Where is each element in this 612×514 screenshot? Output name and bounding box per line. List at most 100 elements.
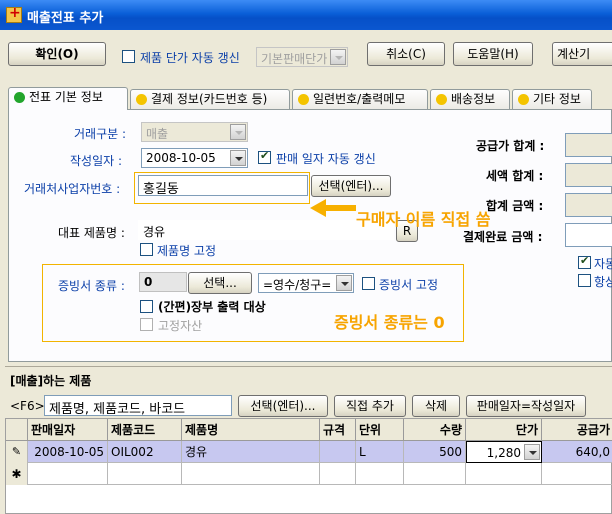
row-price-value: 1,280 <box>486 446 521 460</box>
confirm-button[interactable]: 확인(O) <box>8 42 106 66</box>
date-picker[interactable]: 2008-10-05 <box>141 148 248 168</box>
trade-type-value: 매출 <box>146 127 169 141</box>
row-spec-cell[interactable] <box>320 441 356 463</box>
new-row-icon: ✱ <box>6 463 28 485</box>
chevron-down-icon[interactable] <box>524 444 540 460</box>
tax-total-label: 세액 합계 : <box>486 169 544 183</box>
row-qty-cell[interactable]: 500 <box>404 441 466 463</box>
tab-shipping-info-label: 배송정보 <box>451 92 496 106</box>
row-code-cell[interactable]: OIL002 <box>108 441 182 463</box>
column-header[interactable]: 수량 <box>404 419 466 441</box>
auto-price-checkbox[interactable] <box>122 50 135 63</box>
tab-status-icon <box>518 94 529 105</box>
date-value: 2008-10-05 <box>146 151 216 165</box>
tab-etc-info-label: 기타 정보 <box>533 92 581 106</box>
ledger-label: (간편)장부 출력 대상 <box>158 300 266 314</box>
tab-shipping-info[interactable]: 배송정보 <box>430 89 510 109</box>
receipt-type-annotation: 증빙서 종류는 0 <box>334 313 445 332</box>
help-button[interactable]: 도움말(H) <box>453 42 533 66</box>
auto-date-checkbox[interactable] <box>258 149 271 164</box>
table-row-new[interactable]: ✱ <box>6 463 612 485</box>
product-search-input[interactable]: 제품명, 제품코드, 바코드 <box>44 395 232 416</box>
column-header[interactable]: 단위 <box>356 419 404 441</box>
grid-header: 판매일자 제품코드 제품명 규격 단위 수량 단가 공급가 <box>6 419 612 441</box>
section-divider <box>5 366 612 367</box>
new-row-cell[interactable] <box>28 463 108 485</box>
receipt-select-button[interactable]: 선택... <box>188 272 252 294</box>
arrow-left-icon <box>310 199 356 217</box>
trade-type-label: 거래구분 : <box>74 127 127 141</box>
tab-basic-info[interactable]: 전표 기본 정보 <box>8 87 128 110</box>
total-amount-field <box>565 193 612 217</box>
title-bar: 매출전표 추가 <box>0 0 612 30</box>
paid-amount-label: 결제완료 금액 : <box>463 230 543 244</box>
paid-amount-input[interactable] <box>565 223 612 247</box>
fixed-asset-label: 고정자산 <box>158 319 203 333</box>
tab-etc-info[interactable]: 기타 정보 <box>512 89 592 109</box>
receipt-fixed-checkbox[interactable] <box>362 277 375 290</box>
auto-checkbox-label: 자동 <box>594 257 612 271</box>
column-header[interactable]: 제품명 <box>182 419 320 441</box>
tab-strip: 전표 기본 정보 결제 정보(카드번호 등) 일련번호/출력메모 배송정보 기타… <box>8 87 612 110</box>
always-checkbox-label: 항상 <box>594 275 612 289</box>
chevron-down-icon <box>330 49 346 65</box>
column-header[interactable]: 판매일자 <box>28 419 108 441</box>
row-supply-cell[interactable]: 640,0 <box>542 441 612 463</box>
row-date-cell[interactable]: 2008-10-05 <box>28 441 108 463</box>
tab-status-icon <box>136 94 147 105</box>
tab-status-icon <box>14 92 25 103</box>
new-row-cell[interactable] <box>182 463 320 485</box>
calculator-button[interactable]: 계산기 <box>552 42 612 66</box>
product-select-button[interactable]: 선택(엔터)... <box>238 395 328 417</box>
auto-date-label: 판매 일자 자동 갱신 <box>276 152 376 166</box>
receipt-kind-select[interactable]: =영수/청구= <box>258 273 354 293</box>
column-header[interactable]: 제품코드 <box>108 419 182 441</box>
total-amount-label: 합계 금액 : <box>486 199 544 213</box>
column-header[interactable]: 규격 <box>320 419 356 441</box>
new-row-cell[interactable] <box>542 463 612 485</box>
cancel-button[interactable]: 취소(C) <box>367 42 445 66</box>
receipt-fixed-label: 증빙서 고정 <box>379 278 439 292</box>
new-row-cell[interactable] <box>466 463 542 485</box>
table-row[interactable]: ✎ 2008-10-05 OIL002 경유 L 500 1,280 640,0 <box>6 441 612 463</box>
date-label: 작성일자 : <box>70 154 123 168</box>
date-equal-button[interactable]: 판매일자=작성일자 <box>466 395 586 417</box>
row-unit-cell[interactable]: L <box>356 441 404 463</box>
tab-status-icon <box>298 94 309 105</box>
new-row-cell[interactable] <box>320 463 356 485</box>
tax-total-field <box>565 163 612 187</box>
delete-button[interactable]: 삭제 <box>412 395 460 417</box>
product-fixed-label: 제품명 고정 <box>157 244 217 258</box>
direct-add-button[interactable]: 직접 추가 <box>334 395 406 417</box>
row-name-cell[interactable]: 경유 <box>182 441 320 463</box>
tab-payment-info[interactable]: 결제 정보(카드번호 등) <box>130 89 290 109</box>
product-fixed-checkbox[interactable] <box>140 243 153 256</box>
supply-total-field <box>565 133 612 157</box>
select-partner-button[interactable]: 선택(엔터)... <box>311 175 391 197</box>
new-row-cell[interactable] <box>404 463 466 485</box>
new-row-cell[interactable] <box>356 463 404 485</box>
chevron-down-icon <box>230 124 246 140</box>
product-section-title: [매출]하는 제품 <box>10 374 92 388</box>
price-basis-select: 기본판매단가 <box>256 47 348 67</box>
chevron-down-icon[interactable] <box>230 150 246 166</box>
product-grid: 판매일자 제품코드 제품명 규격 단위 수량 단가 공급가 ✎ 2008-10-… <box>5 418 612 514</box>
column-header[interactable]: 공급가 <box>542 419 612 441</box>
auto-checkbox[interactable] <box>578 254 591 269</box>
tab-basic-info-label: 전표 기본 정보 <box>29 90 103 104</box>
new-row-cell[interactable] <box>108 463 182 485</box>
always-checkbox[interactable] <box>578 274 591 287</box>
receipt-type-input[interactable]: 0 <box>139 272 187 292</box>
column-header[interactable]: 단가 <box>466 419 542 441</box>
ledger-checkbox[interactable] <box>140 300 153 313</box>
grid-corner <box>6 419 28 441</box>
buyer-name-annotation: 구매자 이름 직접 씀 <box>356 210 491 229</box>
receipt-kind-value: =영수/청구= <box>263 278 332 292</box>
chevron-down-icon[interactable] <box>336 275 352 291</box>
product-name-label: 대표 제품명 : <box>58 226 125 240</box>
fixed-asset-checkbox <box>140 318 153 331</box>
tab-serial-memo[interactable]: 일련번호/출력메모 <box>292 89 428 109</box>
window-title: 매출전표 추가 <box>27 11 104 26</box>
row-price-editor[interactable]: 1,280 <box>466 441 542 463</box>
price-basis-value: 기본판매단가 <box>261 52 328 66</box>
